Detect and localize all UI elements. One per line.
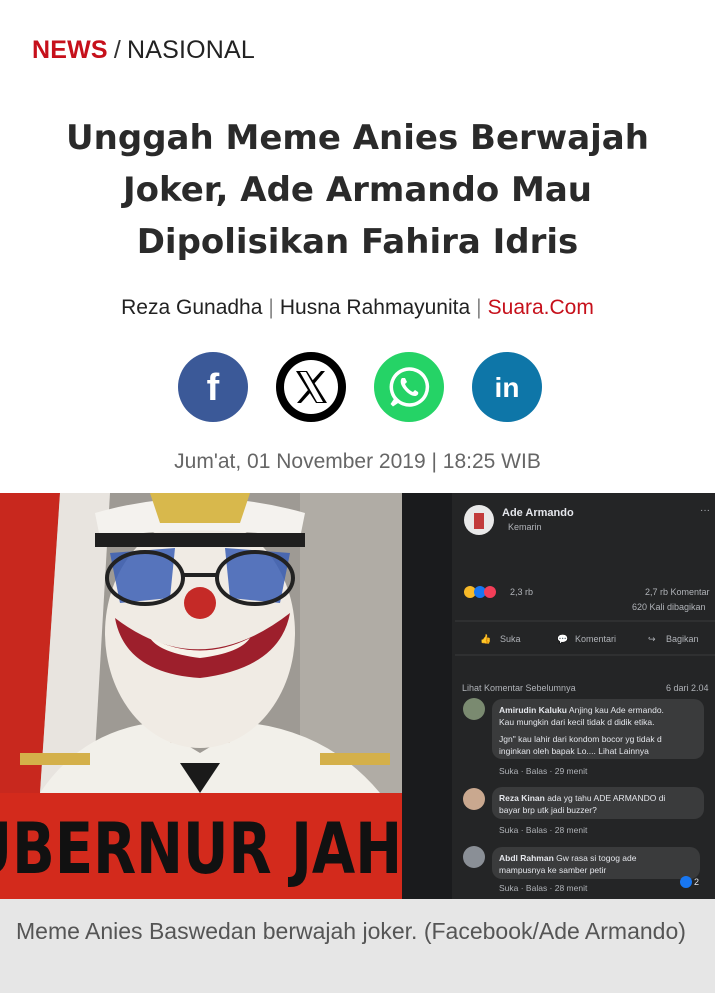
breadcrumb-section-link[interactable]: NASIONAL: [127, 36, 255, 64]
fb-shares-count: 620 Kali dibagikan: [632, 602, 706, 612]
source-link[interactable]: Suara.Com: [488, 296, 594, 319]
fb-post-time: Kemarin: [508, 522, 542, 532]
fb-reaction-badge: 2: [694, 877, 699, 887]
fb-share-label: Bagikan: [666, 634, 699, 644]
fb-comment-text: Gw rasa si togog ade: [556, 853, 637, 863]
svg-text:in: in: [495, 372, 520, 403]
fb-comment-text: Anjing kau Ade ermando.: [569, 705, 664, 715]
fb-comment-text: Kau mungkin dari kecil tidak d didik eti…: [499, 717, 654, 727]
share-facebook-button[interactable]: f: [178, 352, 248, 422]
whatsapp-icon: [389, 367, 430, 407]
linkedin-icon: in: [495, 372, 520, 403]
caption-text: Meme Anies Baswedan berwajah joker. (Fac…: [16, 918, 686, 944]
fb-comment-meta: Suka · Balas · 28 menit: [499, 883, 588, 893]
author-link[interactable]: Reza Gunadha: [121, 296, 262, 319]
fb-prev-comments: Lihat Komentar Sebelumnya: [462, 683, 576, 693]
svg-text:Amirudin Kaluku Anjing kau Ade: Amirudin Kaluku Anjing kau Ade ermando.: [499, 705, 664, 715]
facebook-icon: f: [207, 367, 220, 407]
share-x-button[interactable]: [276, 352, 346, 422]
fb-reactions-count: 2,3 rb: [510, 587, 533, 597]
fb-comment-text: ada yg tahu ADE ARMANDO di: [547, 793, 665, 803]
fb-comment-text: bayar brp utk jadi buzzer?: [499, 805, 597, 815]
svg-text:f: f: [207, 367, 220, 407]
article-photo[interactable]: GUBERNUR JAHAT Ade Armando Kemarin ··· 2…: [0, 493, 715, 899]
fb-comment-icon: 💬: [557, 633, 568, 644]
fb-comment-author: Amirudin Kaluku: [499, 705, 567, 715]
share-buttons: f in: [178, 352, 542, 422]
fb-share-icon: ↪: [648, 634, 656, 644]
fb-comment-label: Komentari: [575, 634, 616, 644]
fb-comments-count: 2,7 rb Komentar: [645, 587, 710, 597]
author-link[interactable]: Husna Rahmayunita: [280, 296, 470, 319]
svg-text:···: ···: [700, 505, 710, 516]
fb-comment-text: Jgn" kau lahir dari kondom bocor yg tida…: [499, 734, 662, 744]
fb-like-button: 👍: [480, 633, 491, 644]
breadcrumb-news-link[interactable]: NEWS: [32, 36, 108, 64]
share-linkedin-button[interactable]: in: [472, 352, 542, 422]
fb-count-of: 6 dari 2.04: [666, 683, 709, 693]
svg-text:Reza Kinan ada yg tahu ADE ARM: Reza Kinan ada yg tahu ADE ARMANDO di: [499, 793, 665, 803]
fb-comment-text: mampusnya ke samber petir: [499, 865, 606, 875]
share-whatsapp-button[interactable]: [374, 352, 444, 422]
breadcrumb: NEWS / NASIONAL: [32, 36, 255, 65]
article-title: Unggah Meme Anies Berwajah Joker, Ade Ar…: [66, 118, 649, 262]
meme-image: GUBERNUR JAHAT Ade Armando Kemarin ··· 2…: [0, 493, 715, 899]
breadcrumb-separator: /: [113, 36, 121, 64]
svg-text:Abdl Rahman Gw rasa si togog a: Abdl Rahman Gw rasa si togog ade: [499, 853, 637, 863]
publish-date: Jum'at, 01 November 2019 | 18:25 WIB: [174, 450, 541, 473]
fb-comment-author: Abdl Rahman: [499, 853, 554, 863]
fb-like-label: Suka: [500, 634, 521, 644]
fb-comment-meta: Suka · Balas · 29 menit: [499, 766, 588, 776]
fb-comment-author: Reza Kinan: [499, 793, 545, 803]
fb-comment-text: inginkan oleh bapak Lo.... Lihat Lainnya: [499, 746, 649, 756]
article-authors: Reza Gunadha | Husna Rahmayunita | Suara.Com: [121, 296, 594, 319]
fb-post-author: Ade Armando: [502, 507, 574, 519]
x-twitter-icon: [284, 360, 338, 414]
fb-comment-meta: Suka · Balas · 28 menit: [499, 825, 588, 835]
photo-caption: Meme Anies Baswedan berwajah joker. (Fac…: [0, 899, 715, 993]
